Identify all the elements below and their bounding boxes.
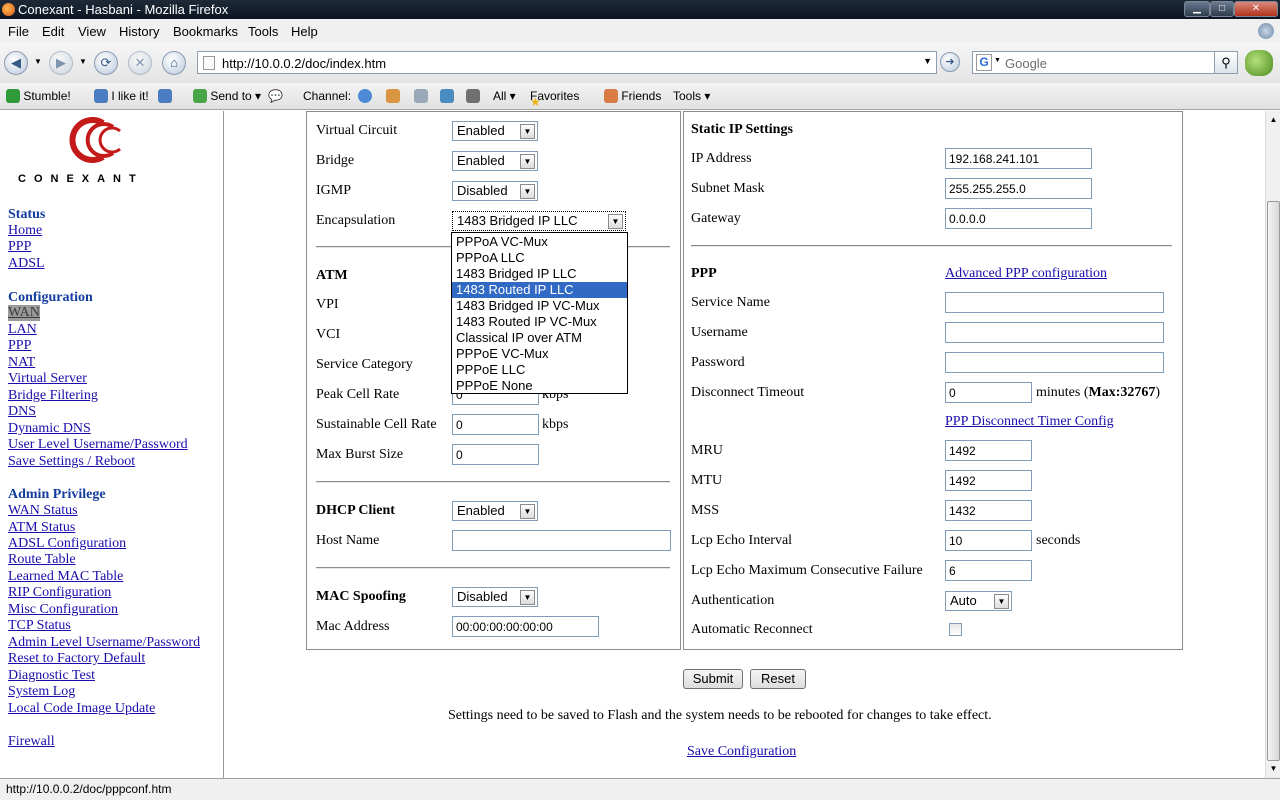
go-icon[interactable]: ➜ (940, 52, 960, 72)
sidebar-links: Status Home PPP ADSL Configuration WAN L… (0, 111, 224, 778)
forward-dropdown-icon[interactable]: ▼ (79, 57, 87, 66)
menu-tools[interactable]: Tools (248, 24, 278, 39)
sidebar-link-diagnostic[interactable]: Diagnostic Test (8, 668, 95, 684)
close-icon[interactable]: ✕ (1234, 1, 1278, 17)
firefox-icon (2, 3, 15, 16)
sidebar-link-ppp-status[interactable]: PPP (8, 239, 31, 255)
sidebar-heading-status: Status (8, 207, 46, 222)
window-title: Conexant - Hasbani - Mozilla Firefox (18, 2, 229, 17)
stop-icon[interactable]: ✕ (128, 51, 152, 75)
back-dropdown-icon[interactable]: ▼ (34, 57, 42, 66)
vertical-scrollbar[interactable]: ▲ ▼ (1265, 111, 1280, 778)
channel-video-icon[interactable] (466, 89, 480, 103)
home-icon[interactable]: ⌂ (162, 51, 186, 75)
favorites-button[interactable]: ★ Favorites (530, 89, 579, 109)
minimize-icon[interactable]: ▁ (1184, 1, 1210, 17)
sidebar-link-virtual-server[interactable]: Virtual Server (8, 371, 87, 387)
sidebar-link-admin-password[interactable]: Admin Level Username/Password (8, 635, 200, 651)
search-box[interactable]: G ▼ Google (972, 51, 1237, 74)
sendto-button[interactable]: Send to ▾ (193, 89, 261, 103)
friends-icon (604, 89, 618, 103)
status-text: http://10.0.0.2/doc/pppconf.htm (6, 782, 172, 796)
menu-bar: File Edit View History Bookmarks Tools H… (0, 19, 1280, 43)
sidebar-link-dns[interactable]: DNS (8, 404, 36, 420)
sidebar-link-tcp-status[interactable]: TCP Status (8, 618, 71, 634)
menu-history[interactable]: History (119, 24, 159, 39)
url-history-dropdown-icon[interactable]: ▼ (923, 56, 932, 66)
menu-edit[interactable]: Edit (42, 24, 64, 39)
sidebar-link-dynamic-dns[interactable]: Dynamic DNS (8, 421, 91, 437)
channel-globe-icon[interactable] (358, 89, 372, 103)
sidebar-link-code-update[interactable]: Local Code Image Update (8, 701, 155, 717)
menu-help[interactable]: Help (291, 24, 318, 39)
star-icon: ★ (530, 95, 541, 109)
window-title-bar: Conexant - Hasbani - Mozilla Firefox ▁ □… (0, 0, 1280, 19)
wan-left-panel (306, 111, 681, 650)
search-placeholder: Google (1005, 56, 1047, 71)
channel-people-icon[interactable] (386, 89, 400, 103)
sidebar-link-save-reboot[interactable]: Save Settings / Reboot (8, 454, 135, 470)
scroll-thumb[interactable] (1267, 201, 1280, 761)
sidebar-link-system-log[interactable]: System Log (8, 684, 75, 700)
sidebar-heading-admin: Admin Privilege (8, 487, 106, 502)
maximize-icon[interactable]: □ (1210, 1, 1234, 17)
sidebar-heading-configuration: Configuration (8, 290, 93, 305)
search-magnifier-icon[interactable]: ⚲ (1214, 51, 1238, 74)
sidebar-link-route-table[interactable]: Route Table (8, 552, 76, 568)
sidebar-link-adsl-config[interactable]: ADSL Configuration (8, 536, 126, 552)
thumbs-up-icon (94, 89, 108, 103)
sendto-icon (193, 89, 207, 103)
sidebar-link-rip-config[interactable]: RIP Configuration (8, 585, 111, 601)
sidebar-link-home[interactable]: Home (8, 223, 42, 239)
friends-button[interactable]: Friends (604, 89, 661, 103)
forward-icon[interactable]: ▶ (49, 51, 73, 75)
menu-bookmarks[interactable]: Bookmarks (173, 24, 238, 39)
url-text: http://10.0.0.2/doc/index.htm (222, 56, 387, 71)
stumbleupon-toolbar: Stumble! I like it! Send to ▾ 💬 Channel:… (0, 83, 1280, 110)
sidebar-link-mac-table[interactable]: Learned MAC Table (8, 569, 123, 585)
google-engine-icon[interactable]: G (976, 54, 992, 71)
menu-view[interactable]: View (78, 24, 106, 39)
page-icon (203, 56, 215, 70)
sidebar-link-wan[interactable]: WAN (8, 305, 40, 321)
scroll-up-icon[interactable]: ▲ (1267, 112, 1280, 127)
engine-dropdown-icon[interactable]: ▼ (994, 57, 1001, 64)
stumble-icon (6, 89, 20, 103)
sidebar-link-nat[interactable]: NAT (8, 355, 35, 371)
channel-photo-icon[interactable] (440, 89, 454, 103)
ilike-button[interactable]: I like it! (94, 89, 149, 103)
channel-tag-icon[interactable] (414, 89, 428, 103)
addon-frog-icon[interactable] (1245, 50, 1273, 76)
status-bar: http://10.0.0.2/doc/pppconf.htm (0, 778, 1280, 800)
back-icon[interactable]: ◀ (4, 51, 28, 75)
sidebar-link-misc-config[interactable]: Misc Configuration (8, 602, 118, 618)
sidebar-link-wan-status[interactable]: WAN Status (8, 503, 78, 519)
sidebar-link-ppp[interactable]: PPP (8, 338, 31, 354)
sidebar-link-user-password[interactable]: User Level Username/Password (8, 437, 188, 453)
sidebar-link-firewall[interactable]: Firewall (8, 734, 55, 750)
tools-dropdown[interactable]: Tools ▾ (673, 89, 710, 103)
activity-throbber-icon (1258, 23, 1274, 39)
reload-icon[interactable]: ⟳ (94, 51, 118, 75)
menu-file[interactable]: File (8, 24, 29, 39)
thumbs-down-icon[interactable] (158, 89, 172, 103)
sidebar-link-adsl[interactable]: ADSL (8, 256, 45, 272)
sidebar-link-lan[interactable]: LAN (8, 322, 37, 338)
sidebar-link-bridge-filtering[interactable]: Bridge Filtering (8, 388, 98, 404)
channel-all-dropdown[interactable]: All ▾ (493, 89, 516, 103)
url-bar[interactable]: http://10.0.0.2/doc/index.htm ▼ (197, 51, 937, 74)
sidebar-link-factory-reset[interactable]: Reset to Factory Default (8, 651, 145, 667)
channel-label: Channel: (303, 89, 352, 103)
stumble-button[interactable]: Stumble! (6, 89, 71, 103)
comment-icon[interactable]: 💬 (268, 89, 283, 103)
sidebar-link-atm-status[interactable]: ATM Status (8, 520, 75, 536)
scroll-down-icon[interactable]: ▼ (1267, 761, 1280, 776)
